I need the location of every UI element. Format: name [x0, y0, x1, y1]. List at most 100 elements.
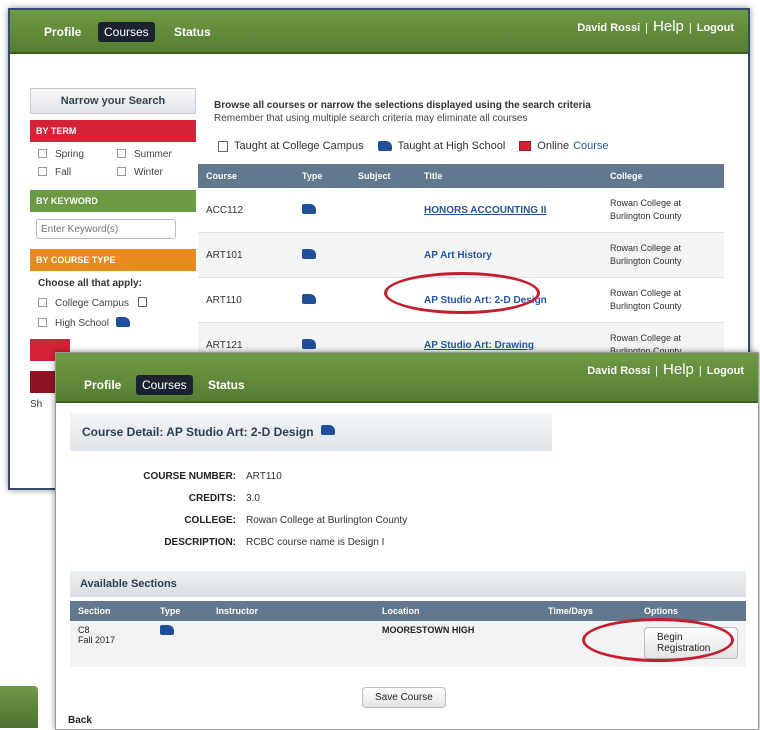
- user-bar: David Rossi | Help | Logout: [577, 18, 734, 35]
- subject-cell: [350, 188, 416, 233]
- course-detail-heading: Course Detail: AP Studio Art: 2-D Design: [70, 413, 552, 451]
- checkbox-icon[interactable]: [117, 149, 126, 158]
- term-spring[interactable]: Spring: [38, 149, 117, 160]
- separator: |: [698, 365, 702, 377]
- title-cell: AP Studio Art: 2-D Design: [416, 277, 602, 323]
- detail-row-description: DESCRIPTION: RCBC course name is Design …: [86, 537, 407, 548]
- column-header-location[interactable]: Location: [374, 601, 540, 621]
- separator: |: [655, 365, 659, 377]
- type-cell: [294, 277, 350, 323]
- begin-registration-button[interactable]: Begin Registration: [644, 627, 738, 659]
- help-link[interactable]: Help: [653, 18, 684, 35]
- high-school-label: High School: [55, 318, 109, 329]
- filter-by-course-type-header[interactable]: BY COURSE TYPE: [30, 249, 196, 271]
- course-title-link[interactable]: HONORS ACCOUNTING II: [424, 205, 546, 216]
- graduation-cap-icon: [160, 625, 174, 635]
- choose-prompt: Choose all that apply:: [38, 278, 142, 289]
- table-row: C8 Fall 2017 MOORESTOWN HIGH Begin Regis…: [70, 621, 746, 667]
- graduation-cap-icon: [302, 248, 316, 259]
- college-line2: Burlington County: [610, 211, 682, 221]
- legend-online: Online Course: [519, 140, 609, 152]
- graduation-cap-icon: [115, 317, 130, 327]
- course-type-legend: Taught at College Campus Taught at High …: [218, 140, 724, 152]
- back-link[interactable]: Back: [68, 715, 92, 726]
- tab-profile[interactable]: Profile: [38, 22, 87, 42]
- college-line2: Burlington County: [610, 301, 682, 311]
- type-cell: [294, 188, 350, 233]
- column-header-college[interactable]: College: [602, 164, 724, 188]
- term-winter-label: Winter: [134, 167, 163, 178]
- course-type-high-school[interactable]: High School: [38, 317, 196, 329]
- detail-label: CREDITS:: [188, 493, 236, 504]
- sections-table: Section Type Instructor Location Time/Da…: [70, 601, 746, 667]
- detail-label: COLLEGE:: [184, 515, 236, 526]
- building-icon: [218, 140, 228, 152]
- detail-value: 3.0: [246, 493, 260, 504]
- column-header-instructor[interactable]: Instructor: [208, 601, 374, 621]
- table-row: ART101 AP Art History Rowan College at Bu…: [198, 232, 724, 278]
- course-list-panel: Browse all courses or narrow the selecti…: [198, 80, 724, 368]
- keyword-input[interactable]: [36, 219, 176, 239]
- detail-row-course-number: COURSE NUMBER: ART110: [86, 471, 407, 482]
- intro-note: Remember that using multiple search crit…: [214, 113, 528, 124]
- column-header-options[interactable]: Options: [636, 601, 746, 621]
- column-header-section[interactable]: Section: [70, 601, 152, 621]
- term-summer[interactable]: Summer: [117, 149, 196, 160]
- term-summer-label: Summer: [134, 149, 172, 160]
- subject-cell: [350, 277, 416, 323]
- time-days-cell: [540, 621, 636, 667]
- checkbox-icon[interactable]: [38, 149, 47, 158]
- term-winter[interactable]: Winter: [117, 167, 196, 178]
- detail-row-credits: CREDITS: 3.0: [86, 493, 407, 504]
- term-fall[interactable]: Fall: [38, 167, 117, 178]
- detail-value: RCBC course name is Design I: [246, 537, 385, 548]
- legend-online-suffix: Course: [573, 140, 609, 152]
- intro-text: Browse all courses or narrow the selecti…: [214, 100, 591, 111]
- column-header-type[interactable]: Type: [294, 164, 350, 188]
- tab-courses[interactable]: Courses: [98, 22, 155, 42]
- legend-college-label: Taught at College Campus: [234, 140, 364, 152]
- college-line1: Rowan College at: [610, 198, 682, 208]
- column-header-title[interactable]: Title: [416, 164, 602, 188]
- section-code: C8: [78, 625, 90, 635]
- checkbox-icon[interactable]: [38, 298, 47, 307]
- filter-by-keyword-header[interactable]: BY KEYWORD: [30, 190, 196, 212]
- logout-link[interactable]: Logout: [707, 365, 744, 377]
- legend-high-school-label: Taught at High School: [397, 140, 506, 152]
- table-row: ART110 AP Studio Art: 2-D Design Rowan C…: [198, 277, 724, 323]
- subject-cell: [350, 232, 416, 278]
- checkbox-icon[interactable]: [117, 167, 126, 176]
- college-campus-label: College Campus: [55, 298, 129, 309]
- monitor-icon: [519, 141, 532, 151]
- detail-row-college: COLLEGE: Rowan College at Burlington Cou…: [86, 515, 407, 526]
- help-link[interactable]: Help: [663, 361, 694, 378]
- table-row: ACC112 HONORS ACCOUNTING II Rowan Colleg…: [198, 188, 724, 233]
- checkbox-icon[interactable]: [38, 167, 47, 176]
- course-title-link[interactable]: AP Art History: [424, 250, 492, 261]
- tab-profile[interactable]: Profile: [78, 375, 127, 395]
- legend-online-label: Online: [537, 140, 570, 152]
- college-cell: Rowan College at Burlington County: [602, 232, 724, 278]
- college-line1: Rowan College at: [610, 288, 682, 298]
- filter-by-term-header[interactable]: BY TERM: [30, 120, 196, 142]
- checkbox-icon[interactable]: [38, 318, 47, 327]
- course-title-link[interactable]: AP Studio Art: 2-D Design: [424, 295, 547, 306]
- tab-status[interactable]: Status: [168, 22, 217, 42]
- graduation-cap-icon: [302, 293, 316, 304]
- course-type-college-campus[interactable]: College Campus: [38, 297, 196, 309]
- user-name: David Rossi: [577, 22, 641, 34]
- course-details: COURSE NUMBER: ART110 CREDITS: 3.0 COLLE…: [86, 471, 407, 559]
- location-cell: MOORESTOWN HIGH: [374, 621, 540, 667]
- logout-link[interactable]: Logout: [697, 22, 734, 34]
- column-header-subject[interactable]: Subject: [350, 164, 416, 188]
- column-header-time-days[interactable]: Time/Days: [540, 601, 636, 621]
- save-course-button[interactable]: Save Course: [362, 687, 446, 708]
- tab-status[interactable]: Status: [202, 375, 251, 395]
- tab-courses[interactable]: Courses: [136, 375, 193, 395]
- course-title-link[interactable]: AP Studio Art: Drawing: [424, 340, 534, 351]
- column-header-course[interactable]: Course: [198, 164, 294, 188]
- column-header-type[interactable]: Type: [152, 601, 208, 621]
- separator: |: [645, 22, 649, 34]
- section-cell: C8 Fall 2017: [70, 621, 152, 667]
- college-cell: Rowan College at Burlington County: [602, 188, 724, 233]
